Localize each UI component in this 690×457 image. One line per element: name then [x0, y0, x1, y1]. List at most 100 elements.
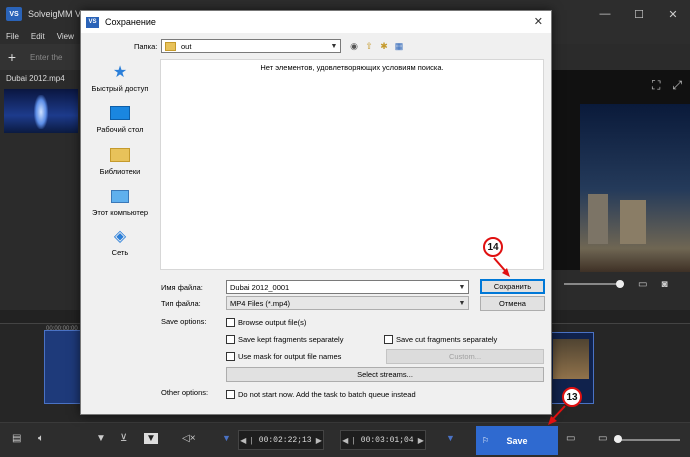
filename-input[interactable]: Dubai 2012_0001 ▼ — [226, 280, 469, 294]
prev-frame-icon[interactable]: ◀ — [239, 436, 247, 445]
libraries-icon — [109, 146, 131, 164]
dialog-cancel-button[interactable]: Отмена — [480, 296, 545, 311]
checkbox-box[interactable] — [226, 390, 235, 399]
place-label: Быстрый доступ — [91, 84, 149, 93]
dialog-title: Сохранение — [105, 17, 156, 27]
save-button-label: Save — [506, 435, 528, 446]
new-folder-icon[interactable]: ✱ — [378, 40, 390, 52]
menu-edit[interactable]: Edit — [31, 32, 45, 41]
mute-icon[interactable]: ◁× — [182, 433, 196, 444]
filename-value: Dubai 2012_0001 — [230, 282, 290, 292]
save-dialog: VS Сохранение ✕ Папка: out ▼ ◉ ⇧ ✱ ▦ ★ Б… — [80, 10, 552, 415]
next-frame-icon[interactable]: ▶ — [315, 436, 323, 445]
close-button[interactable]: ✕ — [656, 0, 690, 28]
volume-icon[interactable]: 🔈︎ — [38, 433, 44, 444]
maximize-button[interactable]: ☐ — [622, 0, 656, 28]
folder-icon — [165, 41, 176, 51]
preview-controls: ▭ ◙ — [550, 272, 690, 296]
folder-icon[interactable]: ▭ — [638, 279, 647, 290]
next-frame-icon[interactable]: ▶ — [417, 436, 425, 445]
checkbox-box[interactable] — [226, 335, 235, 344]
folder-value: out — [181, 41, 192, 51]
chevron-down-icon: ▼ — [458, 299, 466, 307]
place-desktop[interactable]: Рабочий стол — [82, 104, 158, 134]
save-kept-checkbox[interactable]: Save kept fragments separately — [226, 335, 343, 344]
minimize-button[interactable]: — — [588, 0, 622, 28]
zoom-knob[interactable] — [614, 435, 622, 443]
save-options-label: Save options: — [161, 317, 207, 326]
preview-tools: ⛶ ⤢ — [640, 78, 682, 93]
bottom-bar: ▤ 🔈︎ ▼ ⊻ ▼ ◁× ▼ ◀ | 00:02:22;13 ▶ ◀ | 00… — [0, 422, 690, 457]
filetype-value: MP4 Files (*.mp4) — [230, 298, 291, 308]
select-streams-button[interactable]: Select streams... — [226, 367, 544, 382]
checkbox-label: Do not start now. Add the task to batch … — [238, 390, 416, 399]
marker-in-icon[interactable]: ▼ — [222, 433, 231, 443]
places-bar: ★ Быстрый доступ Рабочий стол Библиотеки… — [82, 59, 158, 269]
checkbox-label: Save cut fragments separately — [396, 335, 498, 344]
separator-icon: | — [250, 435, 253, 445]
batch-queue-checkbox[interactable]: Do not start now. Add the task to batch … — [226, 390, 416, 399]
use-mask-checkbox[interactable]: Use mask for output file names — [226, 352, 341, 361]
checkbox-label: Save kept fragments separately — [238, 335, 344, 344]
zoom-slider[interactable] — [614, 439, 680, 441]
chevron-down-icon[interactable]: ▼ — [456, 284, 468, 291]
computer-icon — [109, 187, 131, 205]
snapshot-icon[interactable]: ◙ — [661, 279, 667, 290]
back-icon[interactable]: ◉ — [348, 40, 360, 52]
separator-icon: | — [352, 435, 355, 445]
callout-14: 14 — [483, 237, 503, 257]
checkbox-box[interactable] — [226, 318, 235, 327]
dialog-close-button[interactable]: ✕ — [534, 15, 543, 28]
crop-icon[interactable]: ⛶ — [652, 78, 660, 93]
place-quick-access[interactable]: ★ Быстрый доступ — [82, 63, 158, 93]
name-input[interactable]: Enter the — [30, 53, 62, 62]
timecode-start-value[interactable]: 00:02:22;13 — [256, 436, 315, 445]
timeline-clip[interactable] — [44, 330, 84, 404]
place-network[interactable]: ◈ Сеть — [82, 227, 158, 257]
chevron-down-icon: ▼ — [330, 42, 338, 50]
film-icon[interactable]: ▤ — [12, 433, 21, 444]
place-this-pc[interactable]: Этот компьютер — [82, 187, 158, 217]
menu-file[interactable]: File — [6, 32, 19, 41]
menu-view[interactable]: View — [57, 32, 74, 41]
folder-icon[interactable]: ▭ — [566, 433, 575, 444]
timecode-start[interactable]: ◀ | 00:02:22;13 ▶ — [238, 430, 324, 450]
place-label: Этот компьютер — [91, 208, 149, 217]
save-cut-checkbox[interactable]: Save cut fragments separately — [384, 335, 497, 344]
view-menu-icon[interactable]: ▦ — [393, 40, 405, 52]
app-title: SolveigMM Vid — [28, 9, 88, 19]
save-button[interactable]: ⚐ Save — [476, 426, 558, 455]
dialog-logo: VS — [86, 16, 99, 28]
dialog-save-button[interactable]: Сохранить — [480, 279, 545, 294]
place-label: Сеть — [111, 248, 129, 257]
empty-message: Нет элементов, удовлетворяющих условиям … — [260, 63, 444, 72]
marker-out-icon[interactable]: ▼ — [446, 433, 455, 443]
checkbox-box[interactable] — [226, 352, 235, 361]
volume-knob[interactable] — [616, 280, 624, 288]
add-media-button[interactable]: + — [0, 44, 24, 70]
media-file-name: Dubai 2012.mp4 — [6, 74, 65, 83]
callout-arrow-13 — [548, 405, 566, 425]
checkbox-box[interactable] — [384, 335, 393, 344]
timecode-end[interactable]: ◀ | 00:03:01;04 ▶ — [340, 430, 426, 450]
funnel-active-icon[interactable]: ▼ — [144, 433, 158, 444]
up-folder-icon[interactable]: ⇧ — [363, 40, 375, 52]
timecode-end-value[interactable]: 00:03:01;04 — [358, 436, 417, 445]
screen-icon[interactable]: ▭ — [598, 433, 607, 444]
media-thumbnail[interactable] — [4, 89, 78, 133]
folder-combo[interactable]: out ▼ — [161, 39, 341, 53]
place-libraries[interactable]: Библиотеки — [82, 146, 158, 176]
prev-frame-icon[interactable]: ◀ — [341, 436, 349, 445]
checkbox-label: Use mask for output file names — [238, 352, 342, 361]
funnel-icon[interactable]: ▼ — [96, 433, 106, 444]
media-panel: Dubai 2012.mp4 — [0, 70, 80, 310]
dialog-titlebar: VS Сохранение ✕ — [81, 11, 551, 33]
network-icon: ◈ — [113, 228, 127, 245]
other-options-label: Other options: — [161, 388, 209, 397]
browse-output-checkbox[interactable]: Browse output file(s) — [226, 318, 306, 327]
funnel-cut-icon[interactable]: ⊻ — [120, 433, 127, 444]
volume-slider[interactable] — [564, 280, 624, 288]
custom-button[interactable]: Custom... — [386, 349, 544, 364]
filetype-select[interactable]: MP4 Files (*.mp4) ▼ — [226, 296, 469, 310]
fullscreen-icon[interactable]: ⤢ — [672, 78, 682, 93]
